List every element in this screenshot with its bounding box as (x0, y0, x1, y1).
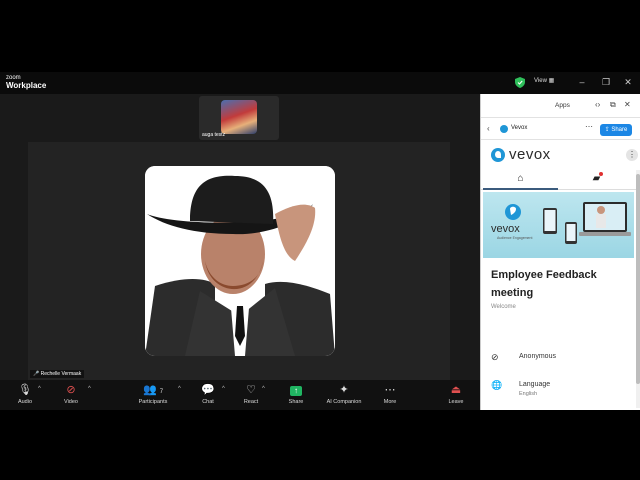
home-icon: ⌂ (517, 173, 524, 184)
participant-thumbnail[interactable]: auga testz (199, 96, 279, 140)
participant-video (221, 100, 257, 134)
language-value: English (519, 391, 538, 397)
participants-button[interactable]: 👥 7 Participants (131, 383, 175, 409)
share-label: Share (288, 399, 304, 405)
pop-out-icon[interactable]: ⧉ (610, 100, 616, 110)
vevox-logo-icon (491, 148, 505, 162)
vevox-logo-text: vevox (509, 146, 551, 163)
share-app-label: Share (611, 127, 628, 133)
more-label: More (383, 399, 397, 405)
share-app-button[interactable]: ⇪ Share (600, 124, 632, 136)
minimize-icon[interactable]: – (576, 76, 588, 88)
speaker-avatar (145, 166, 335, 356)
apps-panel-header: Apps ‹› ⧉ ✕ (481, 94, 640, 118)
chat-label: Chat (202, 399, 214, 405)
leave-label: Leave (448, 399, 464, 405)
video-label: Video (64, 399, 78, 405)
language-label: Language (519, 381, 551, 388)
anonymous-label: Anonymous (519, 353, 556, 360)
react-label: React (243, 399, 259, 405)
tab-home[interactable]: ⌂ (483, 168, 558, 190)
notification-dot (599, 172, 603, 176)
restore-icon[interactable]: ❐ (600, 76, 612, 88)
react-options-caret-icon[interactable]: ^ (262, 386, 265, 392)
vevox-header: vevox ⋮ (481, 140, 640, 168)
event-title: Employee Feedback meeting (491, 269, 597, 299)
title-bar: zoom Workplace View ▦ – ❐ ✕ (0, 72, 640, 94)
active-speaker-stage (28, 142, 450, 380)
vevox-tabs: ⌂ ▰ (481, 168, 636, 190)
participants-count: 7 (159, 389, 164, 395)
share-screen-button[interactable]: ↑ Share (274, 383, 318, 409)
speaker-name: Rechelle Vermaak (40, 371, 82, 377)
thumbnail-name: auga testz (202, 132, 226, 138)
view-label: View (534, 78, 547, 84)
back-icon[interactable]: ‹ (487, 124, 490, 133)
app-more-icon[interactable]: ⋯ (585, 122, 593, 131)
app-bar: ‹ Vevox ⋯ ⇪ Share (481, 118, 640, 140)
close-window-icon[interactable]: ✕ (622, 76, 634, 88)
banner-logo-text: vevox (491, 223, 520, 235)
language-row[interactable]: 🌐 Language English (481, 374, 636, 398)
welcome-text: Welcome (491, 304, 516, 310)
leave-button[interactable]: ⏏ Leave (434, 383, 478, 409)
share-screen-icon: ↑ (274, 383, 318, 397)
leave-icon: ⏏ (450, 384, 462, 396)
tab-messages[interactable]: ▰ (559, 168, 634, 190)
vevox-small-logo (500, 125, 508, 133)
kebab-menu-icon[interactable]: ⋮ (626, 149, 638, 161)
banner-sub-text: Audience Engagement (497, 236, 532, 240)
video-options-caret-icon[interactable]: ^ (88, 386, 91, 392)
zoom-screen: zoom Workplace View ▦ – ❐ ✕ auga testz 🎤… (0, 0, 640, 480)
heart-icon: ♡ (246, 384, 256, 396)
video-button[interactable]: ⊘ Video (49, 383, 93, 409)
meeting-toolbar: 🎙 Audio ^ ⊘ Video ^ 👥 7 Participants ^ 💬… (0, 380, 480, 410)
close-icon[interactable]: ✕ (624, 100, 631, 109)
vevox-banner: vevox Audience Engagement (483, 192, 634, 258)
participants-icon: 👥 7 (142, 384, 164, 396)
video-off-icon: ⊘ (66, 384, 76, 396)
participants-label: Participants (138, 399, 168, 405)
security-shield-icon[interactable] (515, 77, 525, 88)
apps-title: Apps (555, 102, 570, 109)
ai-companion-button[interactable]: ✦ AI Companion (320, 383, 368, 409)
react-button[interactable]: ♡ React (229, 383, 273, 409)
participants-options-caret-icon[interactable]: ^ (178, 386, 181, 392)
anonymous-row[interactable]: ⊘ Anonymous (481, 346, 636, 370)
code-icon[interactable]: ‹› (595, 100, 600, 109)
chat-options-caret-icon[interactable]: ^ (222, 386, 225, 392)
meeting-area: auga testz 🎤 Rechelle Vermaak (0, 94, 480, 380)
app-brand: zoom Workplace (6, 74, 46, 90)
ai-label: AI Companion (326, 399, 362, 405)
more-icon: ⋯ (384, 384, 396, 396)
brand-name: Workplace (6, 81, 47, 90)
panel-scrollbar[interactable] (636, 170, 640, 408)
more-button[interactable]: ⋯ More (368, 383, 412, 409)
view-button[interactable]: View ▦ (534, 77, 554, 84)
speaker-name-tag: 🎤 Rechelle Vermaak (30, 370, 85, 378)
globe-icon: 🌐 (491, 380, 503, 390)
app-name: Vevox (511, 125, 528, 131)
sparkle-icon: ✦ (339, 384, 349, 396)
apps-side-panel: Apps ‹› ⧉ ✕ ‹ Vevox ⋯ ⇪ Share vevox ⋮ ⌂ … (480, 94, 640, 410)
eye-slash-icon: ⊘ (491, 352, 499, 362)
audio-options-caret-icon[interactable]: ^ (38, 386, 41, 392)
scrollbar-thumb[interactable] (636, 174, 640, 384)
audio-label: Audio (17, 399, 33, 405)
